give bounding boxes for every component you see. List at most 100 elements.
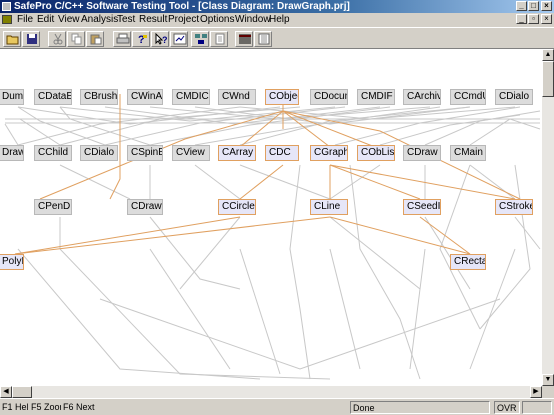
- save-icon: [27, 34, 37, 44]
- class-node-cbrush[interactable]: CBrush: [80, 89, 118, 105]
- toolbar: ? ?: [0, 27, 554, 49]
- menu-view[interactable]: View: [58, 13, 80, 26]
- menu-help[interactable]: Help: [269, 13, 290, 26]
- class-node-cdrawt[interactable]: CDrawt: [127, 199, 163, 215]
- class-node-ccircle[interactable]: CCircle: [218, 199, 256, 215]
- class-node-cobject[interactable]: CObject: [265, 89, 299, 105]
- vertical-scroll-thumb[interactable]: [542, 61, 554, 97]
- class-node-cmdic[interactable]: CMDIC: [172, 89, 210, 105]
- class-diagram-button[interactable]: [191, 31, 209, 47]
- class-node-cmdif[interactable]: CMDIF: [357, 89, 395, 105]
- paste-button[interactable]: [86, 31, 104, 47]
- menu-edit[interactable]: Edit: [37, 13, 54, 26]
- horizontal-scrollbar[interactable]: ◀ ▶: [0, 386, 542, 398]
- menu-bar: File Edit View Analysis Test Result Proj…: [0, 13, 554, 26]
- class-node-cseedi[interactable]: CSeedI: [403, 199, 441, 215]
- class-node-carray[interactable]: CArray: [218, 145, 256, 161]
- node-tab: [293, 160, 299, 161]
- class-node-cdatae[interactable]: CDataE: [34, 89, 72, 105]
- save-button[interactable]: [22, 31, 40, 47]
- horizontal-scroll-thumb[interactable]: [12, 386, 32, 398]
- class-node-carchiv[interactable]: CArchiv: [403, 89, 441, 105]
- scroll-right-icon[interactable]: ▶: [530, 386, 542, 398]
- class-node-cdialo-1[interactable]: CDialo: [495, 89, 533, 105]
- status-extra-pane: [522, 401, 552, 414]
- class-node-cdc[interactable]: CDC: [265, 145, 299, 161]
- menu-project[interactable]: Project: [168, 13, 199, 26]
- node-tab: [480, 160, 486, 161]
- context-help-button[interactable]: ?: [151, 31, 169, 47]
- node-tab: [293, 104, 299, 105]
- graph-icon: [173, 33, 187, 45]
- mdi-close-button[interactable]: ×: [541, 14, 552, 24]
- status-bar: F1 Help F5 Zoom F6 Next Done OVR: [0, 398, 554, 415]
- class-node-cwina[interactable]: CWinA: [127, 89, 163, 105]
- class-node-cchild[interactable]: CChild: [34, 145, 72, 161]
- node-tab: [527, 104, 533, 105]
- copy-icon: [71, 33, 82, 45]
- mdi-restore-button[interactable]: ▫: [528, 14, 539, 24]
- menu-result[interactable]: Result: [139, 13, 167, 26]
- scroll-down-icon[interactable]: ▼: [542, 374, 554, 386]
- node-tab: [18, 269, 24, 270]
- menu-analysis[interactable]: Analysis: [81, 13, 118, 26]
- class-node-cline[interactable]: CLine: [310, 199, 348, 215]
- node-tab: [389, 104, 395, 105]
- node-tab: [435, 160, 441, 161]
- class-node-cgraph[interactable]: CGraph: [310, 145, 348, 161]
- open-icon: [6, 35, 19, 45]
- report-icon: [258, 33, 270, 45]
- vertical-scrollbar[interactable]: ▲ ▼: [542, 49, 554, 386]
- cut-button[interactable]: [48, 31, 66, 47]
- node-tab: [112, 160, 118, 161]
- class-node-ccmdu[interactable]: CCmdU: [450, 89, 486, 105]
- node-tab: [342, 104, 348, 105]
- document-button[interactable]: [210, 31, 228, 47]
- node-tab: [157, 104, 163, 105]
- status-text: Done: [350, 401, 490, 414]
- close-button[interactable]: ×: [541, 1, 552, 11]
- scroll-up-icon[interactable]: ▲: [542, 49, 554, 61]
- open-button[interactable]: [3, 31, 21, 47]
- class-node-dump[interactable]: Dump: [0, 89, 24, 105]
- class-diagram-icon: [195, 34, 207, 44]
- graph-button[interactable]: [170, 31, 188, 47]
- class-node-cspine[interactable]: CSpinE: [127, 145, 163, 161]
- class-node-cstroke[interactable]: CStroke: [495, 199, 533, 215]
- class-node-coblis[interactable]: CObLis: [357, 145, 395, 161]
- minimize-button[interactable]: _: [516, 1, 527, 11]
- menu-options[interactable]: Options: [200, 13, 234, 26]
- mdi-minimize-button[interactable]: _: [516, 14, 527, 24]
- menu-file[interactable]: File: [17, 13, 33, 26]
- class-node-cdocum[interactable]: CDocum: [310, 89, 348, 105]
- maximize-button[interactable]: □: [528, 1, 539, 11]
- copy-button[interactable]: [67, 31, 85, 47]
- list-view-button[interactable]: [235, 31, 253, 47]
- menu-window[interactable]: Window: [235, 13, 271, 26]
- status-zoom: F5 Zoom: [31, 402, 61, 412]
- document-icon[interactable]: [2, 15, 12, 24]
- class-node-crecta[interactable]: CRecta: [450, 254, 486, 270]
- title-bar: SafePro C/C++ Software Testing Tool - [C…: [0, 0, 554, 13]
- print-button[interactable]: [113, 31, 131, 47]
- help-button[interactable]: ?: [132, 31, 150, 47]
- node-tab: [527, 214, 533, 215]
- class-diagram-canvas[interactable]: Dump CDataE CBrush CWinA CMDIC CWnd CObj…: [0, 49, 542, 386]
- class-node-cpend[interactable]: CPenD: [34, 199, 72, 215]
- scroll-left-icon[interactable]: ◀: [0, 386, 12, 398]
- report-button[interactable]: [254, 31, 272, 47]
- class-node-cview[interactable]: CView: [172, 145, 210, 161]
- class-node-cwnd[interactable]: CWnd: [218, 89, 256, 105]
- application-window: SafePro C/C++ Software Testing Tool - [C…: [0, 0, 554, 415]
- class-node-cdialo-2[interactable]: CDialo: [80, 145, 118, 161]
- paste-icon: [90, 34, 102, 45]
- node-tab: [480, 104, 486, 105]
- menu-test[interactable]: Test: [117, 13, 135, 26]
- class-node-cmain[interactable]: CMain: [450, 145, 486, 161]
- print-icon: [116, 33, 130, 44]
- class-node-polyl[interactable]: PolyL: [0, 254, 24, 270]
- node-tab: [18, 104, 24, 105]
- class-node-draw[interactable]: Draw: [0, 145, 24, 161]
- class-node-cdraw[interactable]: CDraw: [403, 145, 441, 161]
- node-tab: [435, 214, 441, 215]
